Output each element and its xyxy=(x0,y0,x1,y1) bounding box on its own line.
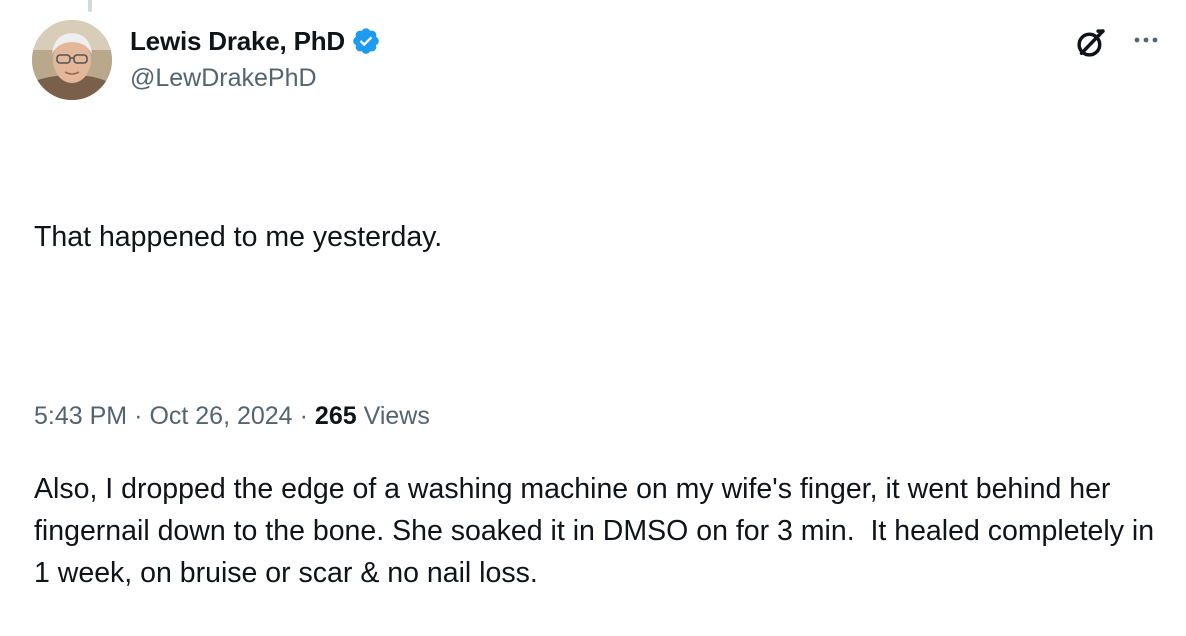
views-label: Views xyxy=(363,402,430,430)
thread-connector-line xyxy=(88,0,92,12)
tweet-paragraph: That happened to me yesterday. xyxy=(34,221,443,253)
tweet-date[interactable]: Oct 26, 2024 xyxy=(149,402,292,430)
more-horizontal-icon[interactable] xyxy=(1128,28,1164,52)
tweet-text: That happened to me yesterday. Also, I d… xyxy=(34,132,1164,636)
tweet-metadata: 5:43 PM · Oct 26, 2024 · 265 Views xyxy=(34,402,430,431)
tweet-paragraph: Also, I dropped the edge of a washing ma… xyxy=(34,473,1162,589)
profile-photo xyxy=(32,20,112,100)
views-count: 265 xyxy=(314,402,357,430)
author-name-row: Lewis Drake, PhD xyxy=(130,22,381,60)
avatar[interactable] xyxy=(32,20,112,100)
tweet-time[interactable]: 5:43 PM xyxy=(34,402,127,430)
meta-separator: · xyxy=(299,402,308,430)
author-display-name[interactable]: Lewis Drake, PhD xyxy=(130,26,345,57)
meta-separator: · xyxy=(134,402,143,430)
grok-icon[interactable] xyxy=(1072,24,1110,62)
verified-badge-icon[interactable] xyxy=(351,26,381,56)
author-handle[interactable]: @LewDrakePhD xyxy=(130,64,317,93)
